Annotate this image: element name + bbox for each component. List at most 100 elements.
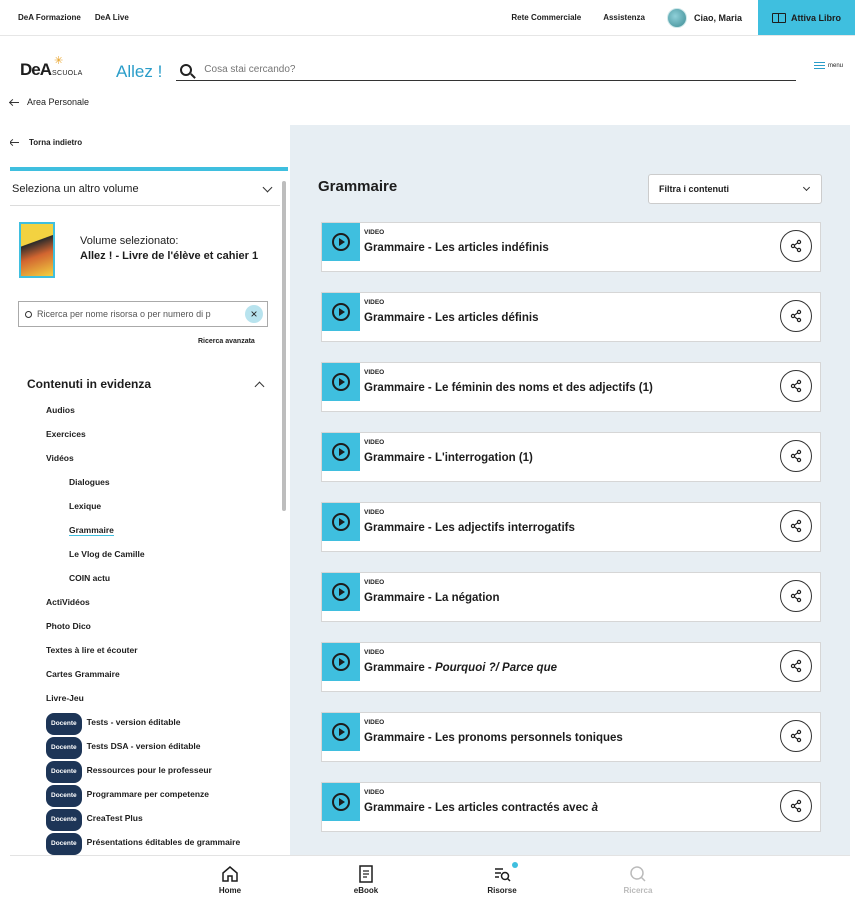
share-button[interactable] bbox=[780, 300, 812, 332]
play-icon bbox=[332, 723, 350, 741]
nav-risorse[interactable]: Risorse bbox=[472, 862, 532, 895]
search-input[interactable] bbox=[204, 64, 765, 75]
video-card[interactable]: VIDEO Grammaire - La négation bbox=[321, 572, 821, 622]
sidebar-item[interactable]: Docente Présentations éditables de gramma… bbox=[46, 832, 240, 855]
share-icon bbox=[790, 519, 802, 533]
play-button[interactable] bbox=[322, 573, 360, 611]
sidebar-item[interactable]: Audios bbox=[46, 400, 240, 424]
close-icon[interactable]: × bbox=[245, 305, 263, 323]
sidebar-item-label: CreaTest Plus bbox=[86, 813, 143, 823]
share-button[interactable] bbox=[780, 230, 812, 262]
hamburger-icon bbox=[813, 62, 825, 69]
video-card[interactable]: VIDEO Grammaire - Les pronoms personnels … bbox=[321, 712, 821, 762]
area-personale-link[interactable]: Area Personale bbox=[10, 97, 89, 107]
docente-badge: Docente bbox=[46, 737, 82, 759]
search-icon bbox=[608, 864, 668, 884]
link-dea-formazione[interactable]: DeA Formazione bbox=[18, 13, 81, 22]
arrow-left-icon bbox=[10, 142, 19, 143]
nav-home[interactable]: Home bbox=[200, 864, 260, 895]
video-title-italic: Pourquoi ?/ Parce que bbox=[434, 662, 558, 674]
share-button[interactable] bbox=[780, 650, 812, 682]
scrollbar[interactable] bbox=[282, 181, 286, 511]
sidebar-item[interactable]: Docente CreaTest Plus bbox=[46, 808, 240, 832]
sidebar-item[interactable]: Docente Ressources pour le professeur bbox=[46, 760, 240, 784]
featured-section-header[interactable]: Contenuti in evidenza bbox=[27, 377, 267, 391]
video-card[interactable]: VIDEO Grammaire - Les articles contractés… bbox=[321, 782, 821, 832]
docente-badge: Docente bbox=[46, 785, 82, 807]
play-button[interactable] bbox=[322, 503, 360, 541]
chevron-down-icon bbox=[262, 182, 273, 192]
sidebar-item[interactable]: Cartes Grammaire bbox=[46, 664, 240, 688]
sidebar-item[interactable]: Docente Programmare per competenze bbox=[46, 784, 240, 808]
sidebar-item[interactable]: Docente Tests - version éditable bbox=[46, 712, 240, 736]
sidebar-item[interactable]: Textes à lire et écouter bbox=[46, 640, 240, 664]
arrow-left-icon bbox=[10, 101, 19, 103]
video-tag: VIDEO bbox=[364, 439, 385, 446]
play-button[interactable] bbox=[322, 223, 360, 261]
play-button[interactable] bbox=[322, 643, 360, 681]
sidebar-item-label: Dialogues bbox=[69, 477, 110, 487]
sidebar-item[interactable]: Docente Tests DSA - version éditable bbox=[46, 736, 240, 760]
share-button[interactable] bbox=[780, 790, 812, 822]
volume-select-dropdown[interactable]: Seleziona un altro volume bbox=[10, 177, 275, 201]
share-icon bbox=[790, 309, 802, 323]
video-card[interactable]: VIDEO Grammaire - Les articles définis bbox=[321, 292, 821, 342]
play-button[interactable] bbox=[322, 783, 360, 821]
logo-scuola-text: SCUOLA bbox=[52, 70, 83, 77]
nav-ricerca[interactable]: Ricerca bbox=[608, 864, 668, 895]
advanced-search-link[interactable]: Ricerca avanzata bbox=[198, 338, 255, 345]
chevron-down-icon bbox=[802, 183, 811, 192]
play-button[interactable] bbox=[322, 433, 360, 471]
share-button[interactable] bbox=[780, 580, 812, 612]
back-label: Torna indietro bbox=[29, 138, 83, 147]
sidebar-item[interactable]: Vidéos bbox=[46, 448, 240, 472]
sidebar-item-label: Tests DSA - version éditable bbox=[86, 741, 201, 751]
search-icon[interactable] bbox=[180, 63, 193, 76]
attiva-libro-button[interactable]: Attiva Libro bbox=[758, 0, 855, 35]
back-link[interactable]: Torna indietro bbox=[10, 138, 82, 147]
share-icon bbox=[790, 659, 802, 673]
sidebar-item[interactable]: Lexique bbox=[46, 496, 240, 520]
sidebar-item-label: ActiVidéos bbox=[46, 597, 90, 607]
link-rete-commerciale[interactable]: Rete Commerciale bbox=[511, 13, 581, 22]
video-card[interactable]: VIDEO Grammaire - Les articles indéfinis bbox=[321, 222, 821, 272]
notification-dot bbox=[512, 862, 518, 868]
sidebar-item[interactable]: Dialogues bbox=[46, 472, 240, 496]
menu-button[interactable]: menu bbox=[813, 62, 843, 69]
selected-volume-label: Volume selezionato: bbox=[80, 235, 179, 247]
play-button[interactable] bbox=[322, 293, 360, 331]
filter-dropdown[interactable]: Filtra i contenuti bbox=[648, 174, 822, 204]
video-card[interactable]: VIDEO Grammaire - L'interrogation (1) bbox=[321, 432, 821, 482]
dea-scuola-logo[interactable]: ✳ DeA SCUOLA bbox=[20, 55, 90, 86]
video-tag: VIDEO bbox=[364, 229, 385, 236]
link-assistenza[interactable]: Assistenza bbox=[603, 13, 645, 22]
video-title: Grammaire - Pourquoi ?/ Parce que bbox=[364, 662, 557, 674]
resource-search[interactable]: Ricerca per nome risorsa o per numero di… bbox=[18, 301, 268, 327]
user-menu[interactable]: Ciao, Maria bbox=[666, 7, 742, 28]
docente-badge: Docente bbox=[46, 809, 82, 831]
share-button[interactable] bbox=[780, 720, 812, 752]
share-button[interactable] bbox=[780, 510, 812, 542]
divider bbox=[10, 205, 280, 206]
sidebar-item[interactable]: COIN actu bbox=[46, 568, 240, 592]
video-card[interactable]: VIDEO Grammaire - Pourquoi ?/ Parce que bbox=[321, 642, 821, 692]
play-button[interactable] bbox=[322, 713, 360, 751]
sidebar-item-label: Ressources pour le professeur bbox=[86, 765, 212, 775]
share-button[interactable] bbox=[780, 440, 812, 472]
play-icon bbox=[332, 793, 350, 811]
play-button[interactable] bbox=[322, 363, 360, 401]
selected-volume-title: Allez ! - Livre de l'élève et cahier 1 bbox=[80, 250, 259, 262]
sidebar-item[interactable]: Le Vlog de Camille bbox=[46, 544, 240, 568]
sidebar-item[interactable]: Grammaire bbox=[46, 520, 240, 544]
share-button[interactable] bbox=[780, 370, 812, 402]
nav-ebook[interactable]: eBook bbox=[336, 864, 396, 895]
video-title-text: Grammaire - La négation bbox=[364, 592, 500, 604]
sidebar-item[interactable]: Photo Dico bbox=[46, 616, 240, 640]
link-dea-live[interactable]: DeA Live bbox=[95, 13, 129, 22]
sidebar-item[interactable]: Livre-Jeu bbox=[46, 688, 240, 712]
video-card[interactable]: VIDEO Grammaire - Les adjectifs interroga… bbox=[321, 502, 821, 552]
sidebar-item[interactable]: Exercices bbox=[46, 424, 240, 448]
sidebar-item[interactable]: ActiVidéos bbox=[46, 592, 240, 616]
video-card[interactable]: VIDEO Grammaire - Le féminin des noms et … bbox=[321, 362, 821, 412]
logo-dea-text: DeA bbox=[20, 60, 52, 79]
